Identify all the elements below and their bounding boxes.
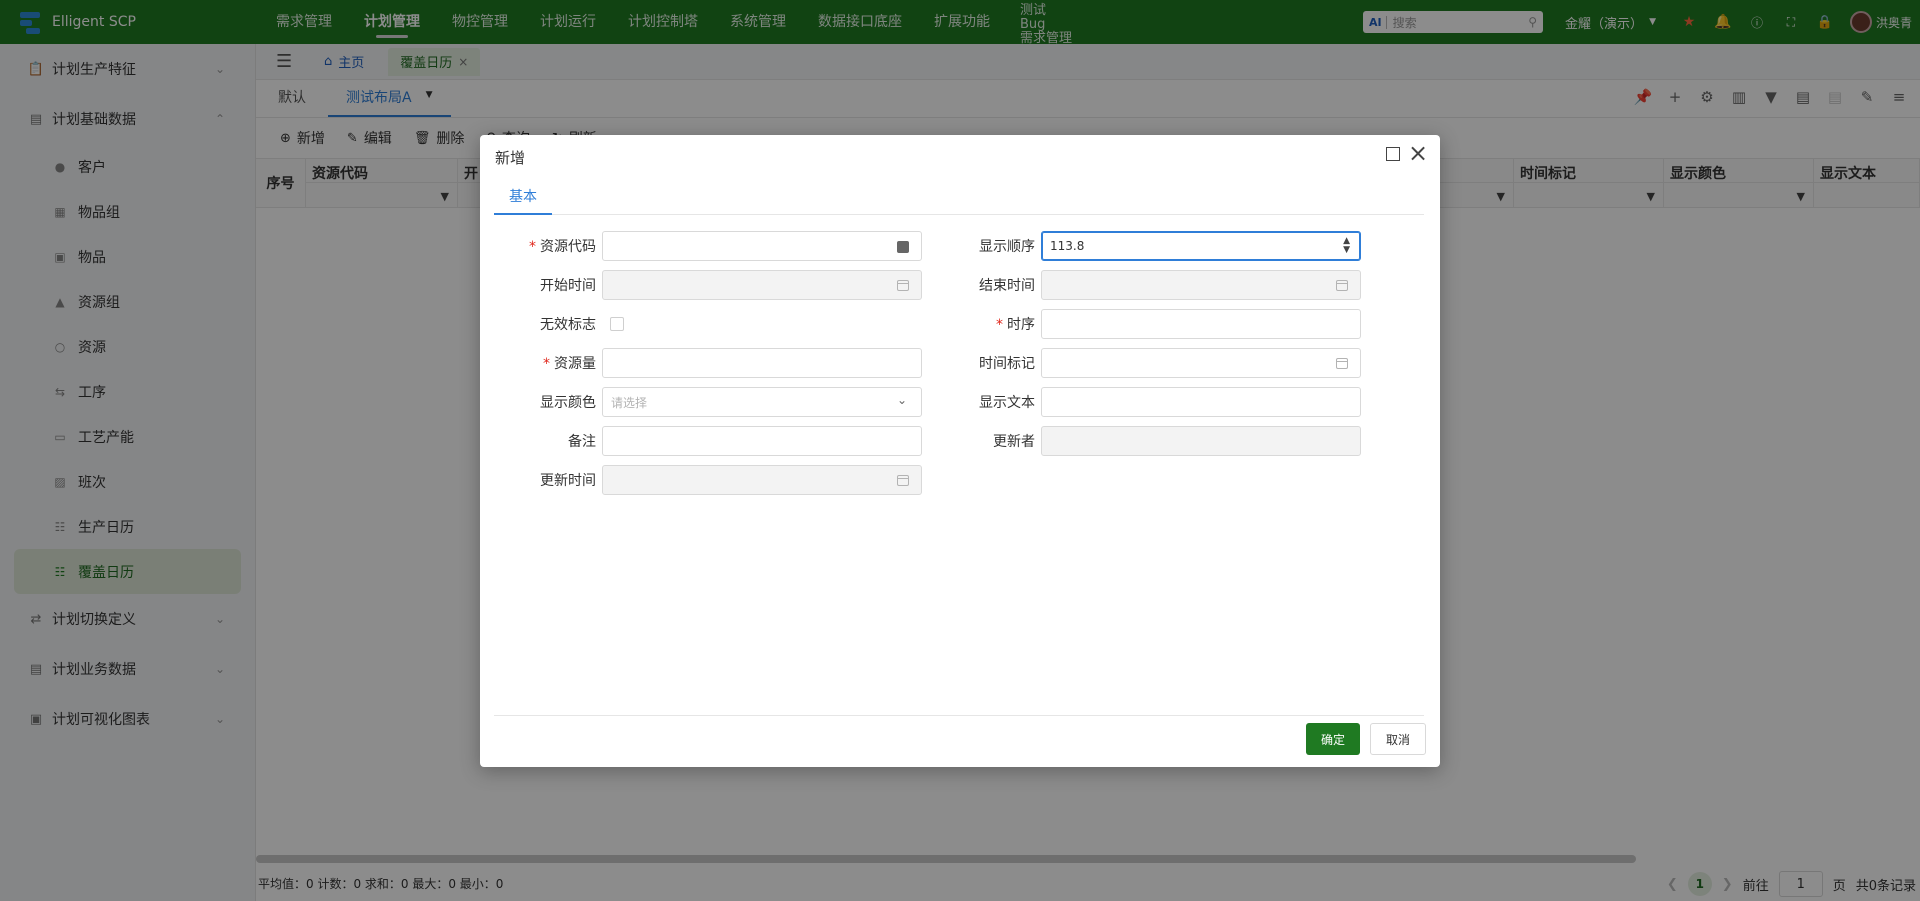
- confirm-button[interactable]: 确定: [1306, 723, 1360, 755]
- field-label-wrap: * 资源量: [486, 353, 602, 373]
- update-time-input[interactable]: [602, 465, 922, 495]
- field-label: 开始时间: [540, 278, 596, 294]
- required-marker: *: [996, 317, 1003, 333]
- field-row-updater: 更新者: [925, 426, 1361, 456]
- time-mark-input[interactable]: [1041, 348, 1361, 378]
- calendar-icon[interactable]: [1336, 358, 1348, 369]
- display-text-input[interactable]: [1041, 387, 1361, 417]
- calendar-icon[interactable]: [897, 280, 909, 291]
- field-label: 更新者: [993, 434, 1035, 450]
- field-label: 显示文本: [979, 395, 1035, 411]
- chevron-down-icon: ⌄: [897, 393, 908, 407]
- field-row-display-color: 显示颜色 请选择 ⌄: [486, 387, 922, 417]
- number-stepper-icon[interactable]: ▲ ▼: [1343, 237, 1350, 255]
- field-label: 时间标记: [979, 356, 1035, 372]
- field-label: 显示颜色: [540, 395, 596, 411]
- field-row-start-time: 开始时间: [486, 270, 922, 300]
- invalid-flag-checkbox[interactable]: [610, 317, 624, 331]
- field-label: 时序: [1007, 317, 1035, 333]
- field-row-remark: 备注: [486, 426, 922, 456]
- start-time-input[interactable]: [602, 270, 922, 300]
- display-order-input[interactable]: 113.8 ▲ ▼: [1041, 231, 1361, 261]
- calendar-icon[interactable]: [1336, 280, 1348, 291]
- resource-qty-input[interactable]: [602, 348, 922, 378]
- display-color-select[interactable]: 请选择 ⌄: [602, 387, 922, 417]
- field-label-wrap: * 时序: [925, 314, 1041, 334]
- end-time-input[interactable]: [1041, 270, 1361, 300]
- dialog-title: 新增: [495, 149, 526, 167]
- dialog-footer-divider: [494, 715, 1424, 716]
- dialog-tabs: 基本: [494, 185, 1424, 215]
- field-label: 资源量: [554, 356, 596, 372]
- field-label: 无效标志: [540, 317, 596, 333]
- field-label: 更新时间: [540, 473, 596, 489]
- field-label-wrap: * 资源代码: [486, 236, 602, 256]
- field-label: 备注: [568, 434, 596, 450]
- add-dialog: 新增 × 基本 * 资源代码 开始时间 无效标志 * 资源量 显示颜色 请选择 ⌄: [480, 135, 1440, 767]
- field-row-invalid-flag: 无效标志: [486, 309, 624, 339]
- required-marker: *: [529, 239, 536, 255]
- maximize-icon[interactable]: [1386, 147, 1400, 161]
- field-row-end-time: 结束时间: [925, 270, 1361, 300]
- calendar-icon[interactable]: [897, 475, 909, 486]
- field-row-resource-code: * 资源代码: [486, 231, 922, 261]
- required-marker: *: [543, 356, 550, 372]
- field-row-time-mark: 时间标记: [925, 348, 1361, 378]
- field-row-resource-qty: * 资源量: [486, 348, 922, 378]
- remark-input[interactable]: [602, 426, 922, 456]
- cancel-button[interactable]: 取消: [1370, 723, 1426, 755]
- close-icon[interactable]: ×: [1406, 141, 1430, 165]
- field-label: 结束时间: [979, 278, 1035, 294]
- field-label: 显示顺序: [979, 239, 1035, 255]
- field-row-display-text: 显示文本: [925, 387, 1361, 417]
- select-placeholder: 请选择: [611, 395, 648, 410]
- field-row-update-time: 更新时间: [486, 465, 922, 495]
- field-label: 资源代码: [540, 239, 596, 255]
- resource-code-input[interactable]: [602, 231, 922, 261]
- sequence-input[interactable]: [1041, 309, 1361, 339]
- updater-input[interactable]: [1041, 426, 1361, 456]
- lookup-icon[interactable]: [897, 241, 909, 253]
- tab-basic[interactable]: 基本: [494, 185, 552, 215]
- field-row-sequence: * 时序: [925, 309, 1361, 339]
- field-row-display-order: 显示顺序 113.8 ▲ ▼: [925, 231, 1361, 261]
- field-value: 113.8: [1050, 239, 1085, 253]
